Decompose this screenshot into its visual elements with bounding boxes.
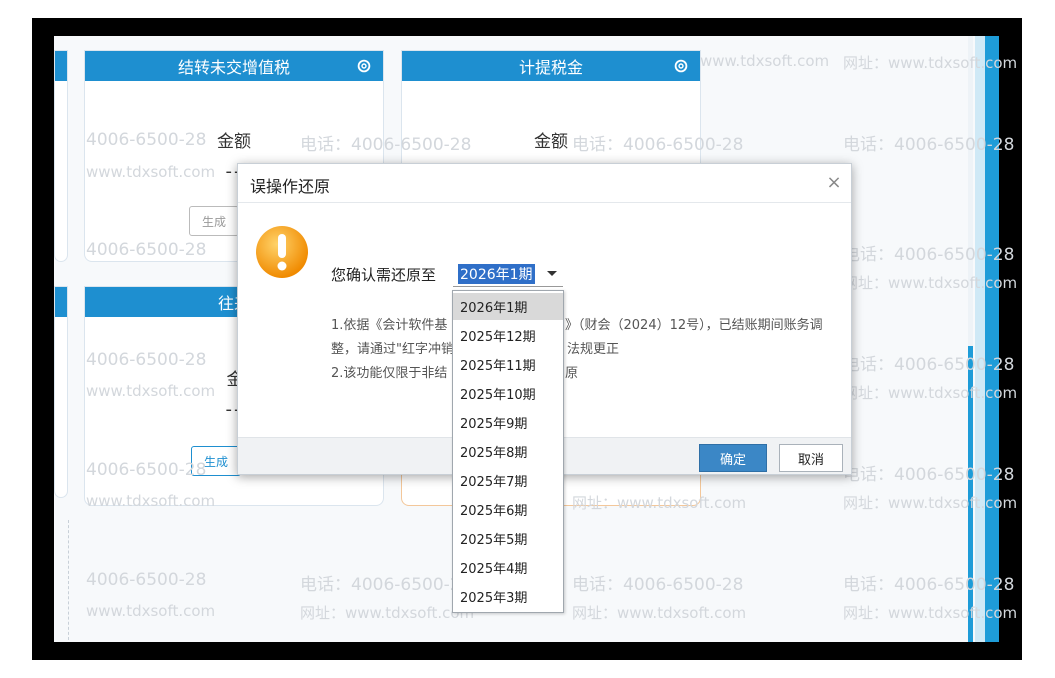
dropdown-option[interactable]: 2025年10期 [453,380,563,407]
note-line-3a: 2.该功能仅限于非结 [331,366,448,381]
gear-icon[interactable] [355,57,373,75]
note-line-2a: 整，请通过"红字冲销 [331,342,454,357]
dropdown-option[interactable]: 2025年9期 [453,409,563,436]
generate-button[interactable]: 生成 [191,446,242,476]
dialog-titlebar: 误操作还原 × [238,164,851,203]
dialog-title: 误操作还原 [250,177,331,196]
note-line-1a: 1.依据《会计软件基 [331,318,448,333]
dropdown-option[interactable]: 2026年1期 [453,293,563,320]
dropdown-option[interactable]: 2025年12期 [453,322,563,349]
dropdown-option[interactable]: 2025年6期 [453,496,563,523]
dropdown-option[interactable]: 2025年11期 [453,351,563,378]
amount-label: 金额 [217,132,251,152]
amount-label: 金额 [534,132,568,152]
card-partial-left-bottom [54,286,68,498]
dropdown-option[interactable]: 2025年5期 [453,525,563,552]
note-line-1b: 》（财会（2024）12号），已结账期间账务调 [565,318,823,333]
card-title: 结转未交增值税 [177,58,290,77]
gear-icon[interactable] [672,57,690,75]
card-header: 结转未交增值税 [85,51,383,81]
scrollbar-thumb[interactable] [968,346,973,642]
dropdown-option[interactable]: 2025年3期 [453,583,563,610]
card-partial-left-top [54,50,68,262]
card-header: 计提税金 [402,51,700,81]
dropdown-option[interactable]: 2025年7期 [453,467,563,494]
cancel-button[interactable]: 取消 [779,444,843,472]
confirm-button[interactable]: 确定 [699,444,767,472]
note-line-3b: 原 [565,366,579,381]
period-select[interactable]: 2026年1期 [453,260,563,287]
generate-button[interactable]: 生成 [189,206,240,236]
chevron-down-icon[interactable] [547,271,557,276]
card-title: 计提税金 [518,58,583,77]
note-line-2b: 法规更正 [567,342,620,357]
dashed-region [54,520,69,640]
dropdown-option[interactable]: 2025年8期 [453,438,563,465]
close-icon[interactable]: × [825,174,843,192]
right-side-panel [975,36,999,642]
period-select-value: 2026年1期 [458,264,535,284]
period-dropdown-list: 2026年1期 2025年12期 2025年11期 2025年10期 2025年9期 20… [452,290,564,613]
confirm-label: 您确认需还原至 [331,266,437,284]
warning-icon [256,226,308,278]
dropdown-option[interactable]: 2025年4期 [453,554,563,581]
